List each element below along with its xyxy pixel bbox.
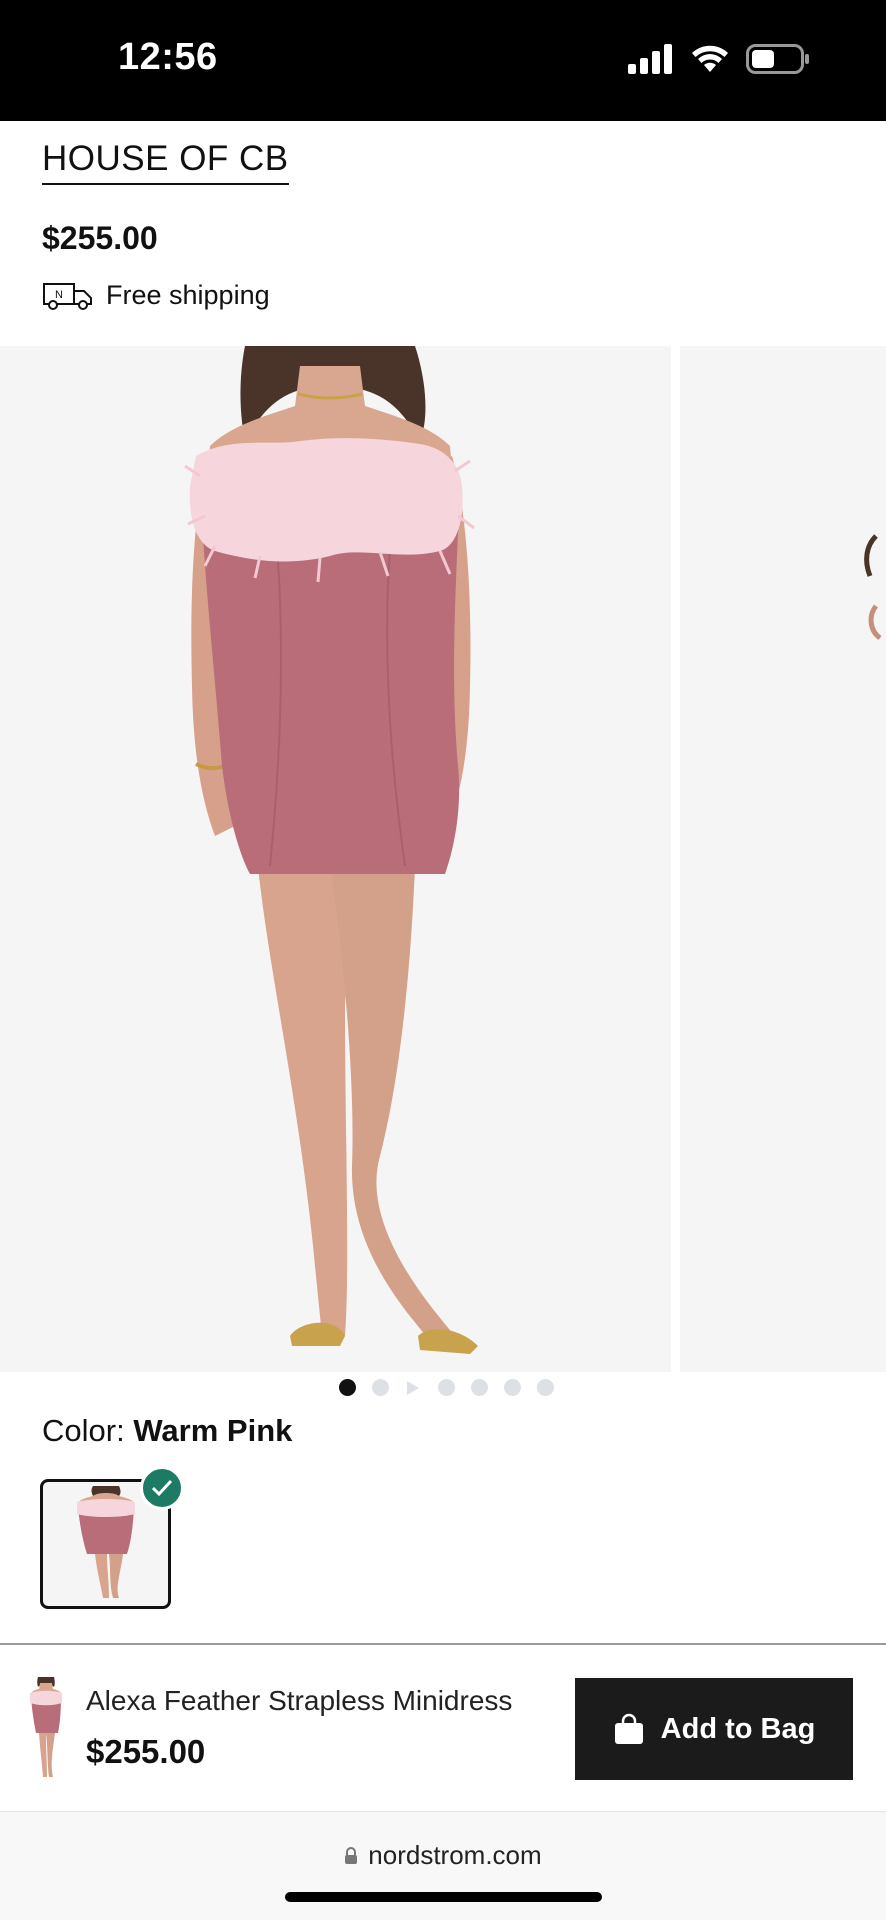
brand-link[interactable]: HOUSE OF CB — [42, 139, 289, 185]
pagination-dot-6[interactable] — [503, 1379, 521, 1396]
add-to-bag-button[interactable]: Add to Bag — [575, 1678, 853, 1780]
shipping-text: Free shipping — [106, 280, 270, 310]
home-indicator[interactable] — [285, 1892, 602, 1902]
url-display[interactable]: nordstrom.com — [0, 1840, 886, 1871]
wifi-icon — [692, 45, 728, 72]
color-value: Warm Pink — [133, 1413, 293, 1448]
sticky-add-to-bag-bar: Alexa Feather Strapless Minidress $255.0… — [0, 1645, 886, 1811]
dress-model-image — [184, 346, 478, 1354]
pagination-video-icon[interactable] — [405, 1379, 422, 1396]
sticky-product-thumbnail — [30, 1677, 62, 1777]
selected-check-icon — [140, 1466, 184, 1510]
browser-url-bar[interactable]: nordstrom.com — [0, 1811, 886, 1920]
add-to-bag-label: Add to Bag — [660, 1712, 816, 1745]
product-image-main[interactable] — [0, 346, 671, 1372]
gallery-pagination[interactable] — [0, 1379, 886, 1396]
cellular-signal-icon — [628, 44, 672, 74]
pagination-dot-4[interactable] — [437, 1379, 455, 1396]
status-bar: 12:56 — [0, 0, 886, 121]
status-icons — [628, 44, 810, 74]
color-label: Color: Warm Pink — [42, 1413, 292, 1449]
product-price: $255.00 — [42, 220, 158, 256]
sticky-product-price: $255.00 — [86, 1733, 206, 1770]
product-image-next-peek[interactable] — [680, 346, 886, 1372]
pagination-dot-1[interactable] — [338, 1379, 356, 1396]
lock-icon — [345, 1846, 358, 1864]
sticky-product-name: Alexa Feather Strapless Minidress — [86, 1685, 513, 1716]
status-time: 12:56 — [118, 36, 218, 78]
shipping-info: N Free shipping — [42, 280, 270, 311]
color-label-prefix: Color: — [42, 1413, 125, 1448]
pagination-dot-5[interactable] — [470, 1379, 488, 1396]
pagination-dot-2[interactable] — [371, 1379, 389, 1396]
shopping-bag-icon — [614, 1713, 643, 1744]
product-image-gallery[interactable] — [0, 346, 886, 1372]
delivery-truck-icon: N — [43, 282, 92, 310]
pagination-dot-7[interactable] — [536, 1379, 554, 1396]
battery-icon — [746, 44, 809, 74]
next-image-preview — [864, 534, 882, 641]
svg-text:N: N — [55, 289, 63, 301]
url-text: nordstrom.com — [368, 1840, 542, 1870]
